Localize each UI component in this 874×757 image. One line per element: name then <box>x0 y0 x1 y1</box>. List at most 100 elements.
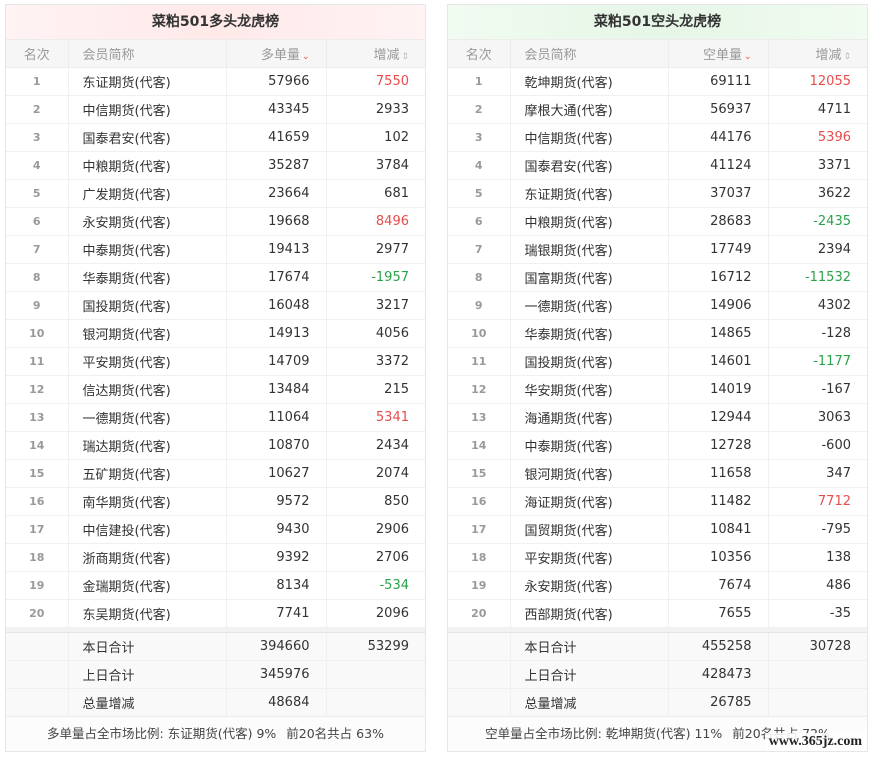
member-name-link[interactable]: 国投期货(代客) <box>68 291 227 320</box>
table-row[interactable]: 20 东吴期货(代客) 7741 2096 <box>6 599 425 628</box>
member-name-link[interactable]: 中粮期货(代客) <box>510 207 669 236</box>
member-name-link[interactable]: 广发期货(代客) <box>68 179 227 208</box>
member-name-link[interactable]: 南华期货(代客) <box>68 487 227 516</box>
table-row[interactable]: 13 一德期货(代客) 11064 5341 <box>6 403 425 432</box>
member-name-link[interactable]: 中信建投(代客) <box>68 515 227 544</box>
table-row[interactable]: 7 中泰期货(代客) 19413 2977 <box>6 235 425 264</box>
member-name-link[interactable]: 平安期货(代客) <box>68 347 227 376</box>
table-row[interactable]: 6 中粮期货(代客) 28683 -2435 <box>448 207 867 236</box>
member-name-link[interactable]: 东吴期货(代客) <box>68 599 227 628</box>
member-name-link[interactable]: 国泰君安(代客) <box>510 151 669 180</box>
table-row[interactable]: 17 国贸期货(代客) 10841 -795 <box>448 515 867 544</box>
table-row[interactable]: 14 中泰期货(代客) 12728 -600 <box>448 431 867 460</box>
table-row[interactable]: 12 华安期货(代客) 14019 -167 <box>448 375 867 404</box>
change-cell: 4302 <box>768 291 867 320</box>
member-name-link[interactable]: 国富期货(代客) <box>510 263 669 292</box>
change-cell: 138 <box>768 543 867 572</box>
volume-cell: 69111 <box>668 67 769 96</box>
table-row[interactable]: 2 中信期货(代客) 43345 2933 <box>6 95 425 124</box>
member-name-link[interactable]: 乾坤期货(代客) <box>510 67 669 96</box>
change-cell: 2977 <box>326 235 425 264</box>
member-name-link[interactable]: 华泰期货(代客) <box>68 263 227 292</box>
table-row[interactable]: 12 信达期货(代客) 13484 215 <box>6 375 425 404</box>
member-name-link[interactable]: 五矿期货(代客) <box>68 459 227 488</box>
table-row[interactable]: 4 国泰君安(代客) 41124 3371 <box>448 151 867 180</box>
member-name-link[interactable]: 海证期货(代客) <box>510 487 669 516</box>
table-row[interactable]: 9 一德期货(代客) 14906 4302 <box>448 291 867 320</box>
table-row[interactable]: 8 国富期货(代客) 16712 -11532 <box>448 263 867 292</box>
table-row[interactable]: 5 广发期货(代客) 23664 681 <box>6 179 425 208</box>
short-volume-sort-header[interactable]: 空单量 ⌄ <box>668 40 769 68</box>
member-name-link[interactable]: 金瑞期货(代客) <box>68 571 227 600</box>
member-name-link[interactable]: 中信期货(代客) <box>68 95 227 124</box>
table-row[interactable]: 8 华泰期货(代客) 17674 -1957 <box>6 263 425 292</box>
short-change-sort-header[interactable]: 增减 ⇕ <box>768 40 867 68</box>
change-cell: 4056 <box>326 319 425 348</box>
table-row[interactable]: 19 金瑞期货(代客) 8134 -534 <box>6 571 425 600</box>
table-row[interactable]: 3 国泰君安(代客) 41659 102 <box>6 123 425 152</box>
table-row[interactable]: 2 摩根大通(代客) 56937 4711 <box>448 95 867 124</box>
table-row[interactable]: 7 瑞银期货(代客) 17749 2394 <box>448 235 867 264</box>
summary-label: 总量增减 <box>510 688 669 717</box>
table-row[interactable]: 9 国投期货(代客) 16048 3217 <box>6 291 425 320</box>
change-cell: -1957 <box>326 263 425 292</box>
table-row[interactable]: 6 永安期货(代客) 19668 8496 <box>6 207 425 236</box>
table-row[interactable]: 10 华泰期货(代客) 14865 -128 <box>448 319 867 348</box>
table-row[interactable]: 16 南华期货(代客) 9572 850 <box>6 487 425 516</box>
member-name-link[interactable]: 一德期货(代客) <box>510 291 669 320</box>
table-row[interactable]: 4 中粮期货(代客) 35287 3784 <box>6 151 425 180</box>
table-row[interactable]: 14 瑞达期货(代客) 10870 2434 <box>6 431 425 460</box>
member-name-link[interactable]: 华泰期货(代客) <box>510 319 669 348</box>
rank-cell: 10 <box>6 319 69 348</box>
member-name-link[interactable]: 银河期货(代客) <box>510 459 669 488</box>
table-row[interactable]: 13 海通期货(代客) 12944 3063 <box>448 403 867 432</box>
member-name-link[interactable]: 华安期货(代客) <box>510 375 669 404</box>
member-name-link[interactable]: 瑞达期货(代客) <box>68 431 227 460</box>
member-name-link[interactable]: 海通期货(代客) <box>510 403 669 432</box>
table-row[interactable]: 16 海证期货(代客) 11482 7712 <box>448 487 867 516</box>
table-row[interactable]: 15 银河期货(代客) 11658 347 <box>448 459 867 488</box>
member-name-link[interactable]: 中泰期货(代客) <box>510 431 669 460</box>
member-name-link[interactable]: 中泰期货(代客) <box>68 235 227 264</box>
member-name-link[interactable]: 中粮期货(代客) <box>68 151 227 180</box>
long-volume-sort-header[interactable]: 多单量 ⌄ <box>226 40 327 68</box>
member-name-link[interactable]: 浙商期货(代客) <box>68 543 227 572</box>
member-name-link[interactable]: 永安期货(代客) <box>510 571 669 600</box>
member-name-link[interactable]: 西部期货(代客) <box>510 599 669 628</box>
rank-cell: 18 <box>6 543 69 572</box>
table-row[interactable]: 3 中信期货(代客) 44176 5396 <box>448 123 867 152</box>
long-ranking-table: 名次 会员简称 多单量 ⌄ 增减 ⇕ 1 东证期货(代客) 57966 7550 2 中信期货… <box>6 40 425 717</box>
member-name-link[interactable]: 东证期货(代客) <box>68 67 227 96</box>
volume-cell: 43345 <box>226 95 327 124</box>
member-name-link[interactable]: 瑞银期货(代客) <box>510 235 669 264</box>
member-name-link[interactable]: 东证期货(代客) <box>510 179 669 208</box>
table-row[interactable]: 11 国投期货(代客) 14601 -1177 <box>448 347 867 376</box>
long-change-sort-header[interactable]: 增减 ⇕ <box>326 40 425 68</box>
table-row[interactable]: 17 中信建投(代客) 9430 2906 <box>6 515 425 544</box>
member-name-link[interactable]: 国泰君安(代客) <box>68 123 227 152</box>
table-row[interactable]: 18 浙商期货(代客) 9392 2706 <box>6 543 425 572</box>
change-cell: -128 <box>768 319 867 348</box>
table-row[interactable]: 5 东证期货(代客) 37037 3622 <box>448 179 867 208</box>
change-cell: 7712 <box>768 487 867 516</box>
member-name-link[interactable]: 永安期货(代客) <box>68 207 227 236</box>
volume-cell: 56937 <box>668 95 769 124</box>
member-name-link[interactable]: 国投期货(代客) <box>510 347 669 376</box>
table-row[interactable]: 10 银河期货(代客) 14913 4056 <box>6 319 425 348</box>
table-row[interactable]: 18 平安期货(代客) 10356 138 <box>448 543 867 572</box>
table-row[interactable]: 1 乾坤期货(代客) 69111 12055 <box>448 67 867 96</box>
member-name-link[interactable]: 信达期货(代客) <box>68 375 227 404</box>
table-row[interactable]: 1 东证期货(代客) 57966 7550 <box>6 67 425 96</box>
member-name-link[interactable]: 银河期货(代客) <box>68 319 227 348</box>
member-name-link[interactable]: 中信期货(代客) <box>510 123 669 152</box>
table-row[interactable]: 11 平安期货(代客) 14709 3372 <box>6 347 425 376</box>
member-name-link[interactable]: 摩根大通(代客) <box>510 95 669 124</box>
table-row[interactable]: 19 永安期货(代客) 7674 486 <box>448 571 867 600</box>
member-name-link[interactable]: 国贸期货(代客) <box>510 515 669 544</box>
table-row[interactable]: 15 五矿期货(代客) 10627 2074 <box>6 459 425 488</box>
change-cell: -2435 <box>768 207 867 236</box>
member-name-link[interactable]: 一德期货(代客) <box>68 403 227 432</box>
member-name-link[interactable]: 平安期货(代客) <box>510 543 669 572</box>
table-row[interactable]: 20 西部期货(代客) 7655 -35 <box>448 599 867 628</box>
rank-cell: 8 <box>448 263 511 292</box>
